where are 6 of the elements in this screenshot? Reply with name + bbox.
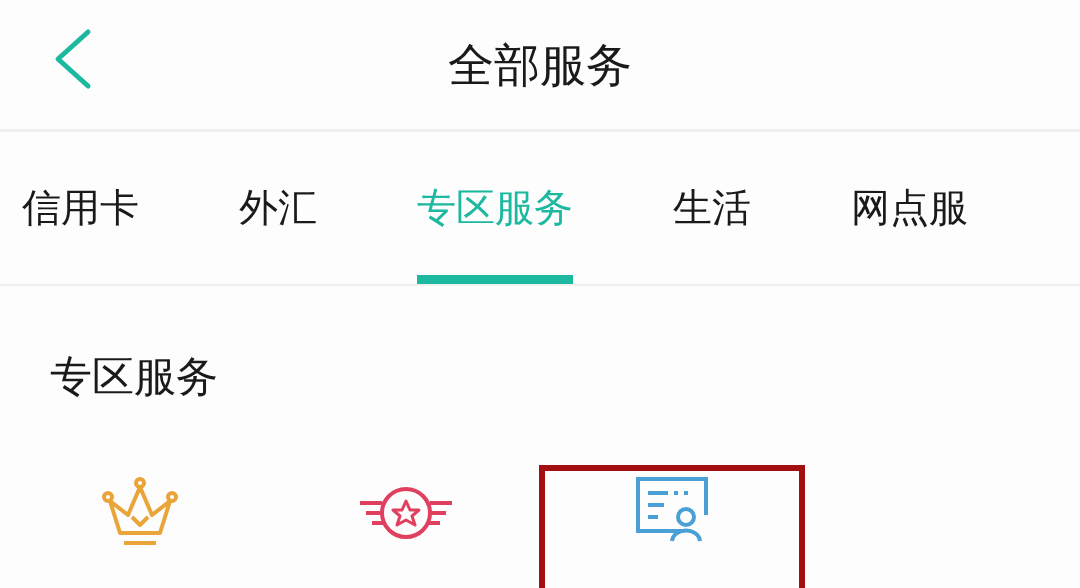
tab[interactable]: 网点服 bbox=[851, 132, 968, 284]
page-title: 全部服务 bbox=[448, 41, 632, 88]
tab[interactable]: 信用卡 bbox=[22, 132, 139, 284]
tab[interactable]: 外汇 bbox=[239, 132, 317, 284]
section-title: 专区服务 bbox=[50, 356, 219, 398]
tab[interactable]: 生活 bbox=[673, 132, 751, 284]
